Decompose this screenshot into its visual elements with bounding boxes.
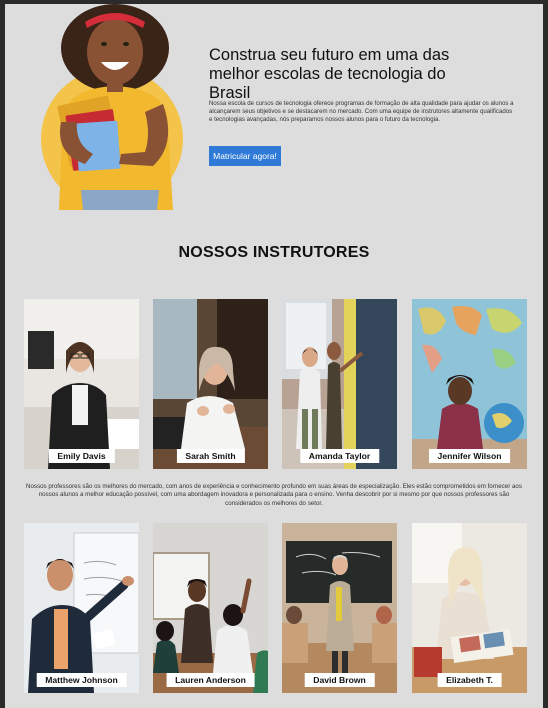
instructor-photo	[412, 523, 527, 693]
landing-page: Construa seu futuro em uma das melhor es…	[5, 4, 543, 708]
instructor-photo	[412, 299, 527, 469]
hero-description: Nossa escola de cursos de tecnologia ofe…	[209, 100, 514, 123]
instructor-photo	[24, 299, 139, 469]
instructor-name: Emily Davis	[48, 449, 115, 463]
enroll-now-button[interactable]: Matricular agora!	[209, 146, 281, 166]
instructor-name: Amanda Taylor	[299, 449, 380, 463]
hero-student-image	[41, 4, 189, 210]
instructor-card[interactable]: Matthew Johnson	[24, 523, 139, 693]
instructor-card[interactable]: Amanda Taylor	[282, 299, 397, 469]
instructor-name: Elizabeth T.	[437, 673, 502, 687]
instructor-name: Lauren Anderson	[166, 673, 255, 687]
instructor-name: David Brown	[304, 673, 375, 687]
instructor-card[interactable]: Jennifer Wilson	[412, 299, 527, 469]
instructor-photo	[282, 523, 397, 693]
instructor-card[interactable]: Sarah Smith	[153, 299, 268, 469]
hero-title: Construa seu futuro em uma das melhor es…	[209, 46, 450, 102]
instructor-card[interactable]: Elizabeth T.	[412, 523, 527, 693]
instructor-name: Sarah Smith	[176, 449, 245, 463]
instructor-card[interactable]: Emily Davis	[24, 299, 139, 469]
instructor-photo	[153, 299, 268, 469]
instructor-card[interactable]: Lauren Anderson	[153, 523, 268, 693]
instructor-name: Matthew Johnson	[36, 673, 127, 687]
instructor-name: Jennifer Wilson	[428, 449, 511, 463]
instructor-photo	[153, 523, 268, 693]
instructors-section-title: NOSSOS INSTRUTORES	[178, 244, 370, 261]
instructor-card[interactable]: David Brown	[282, 523, 397, 693]
instructor-photo	[24, 523, 139, 693]
instructor-photo	[282, 299, 397, 469]
instructors-description: Nossos professores são os melhores do me…	[26, 483, 522, 507]
